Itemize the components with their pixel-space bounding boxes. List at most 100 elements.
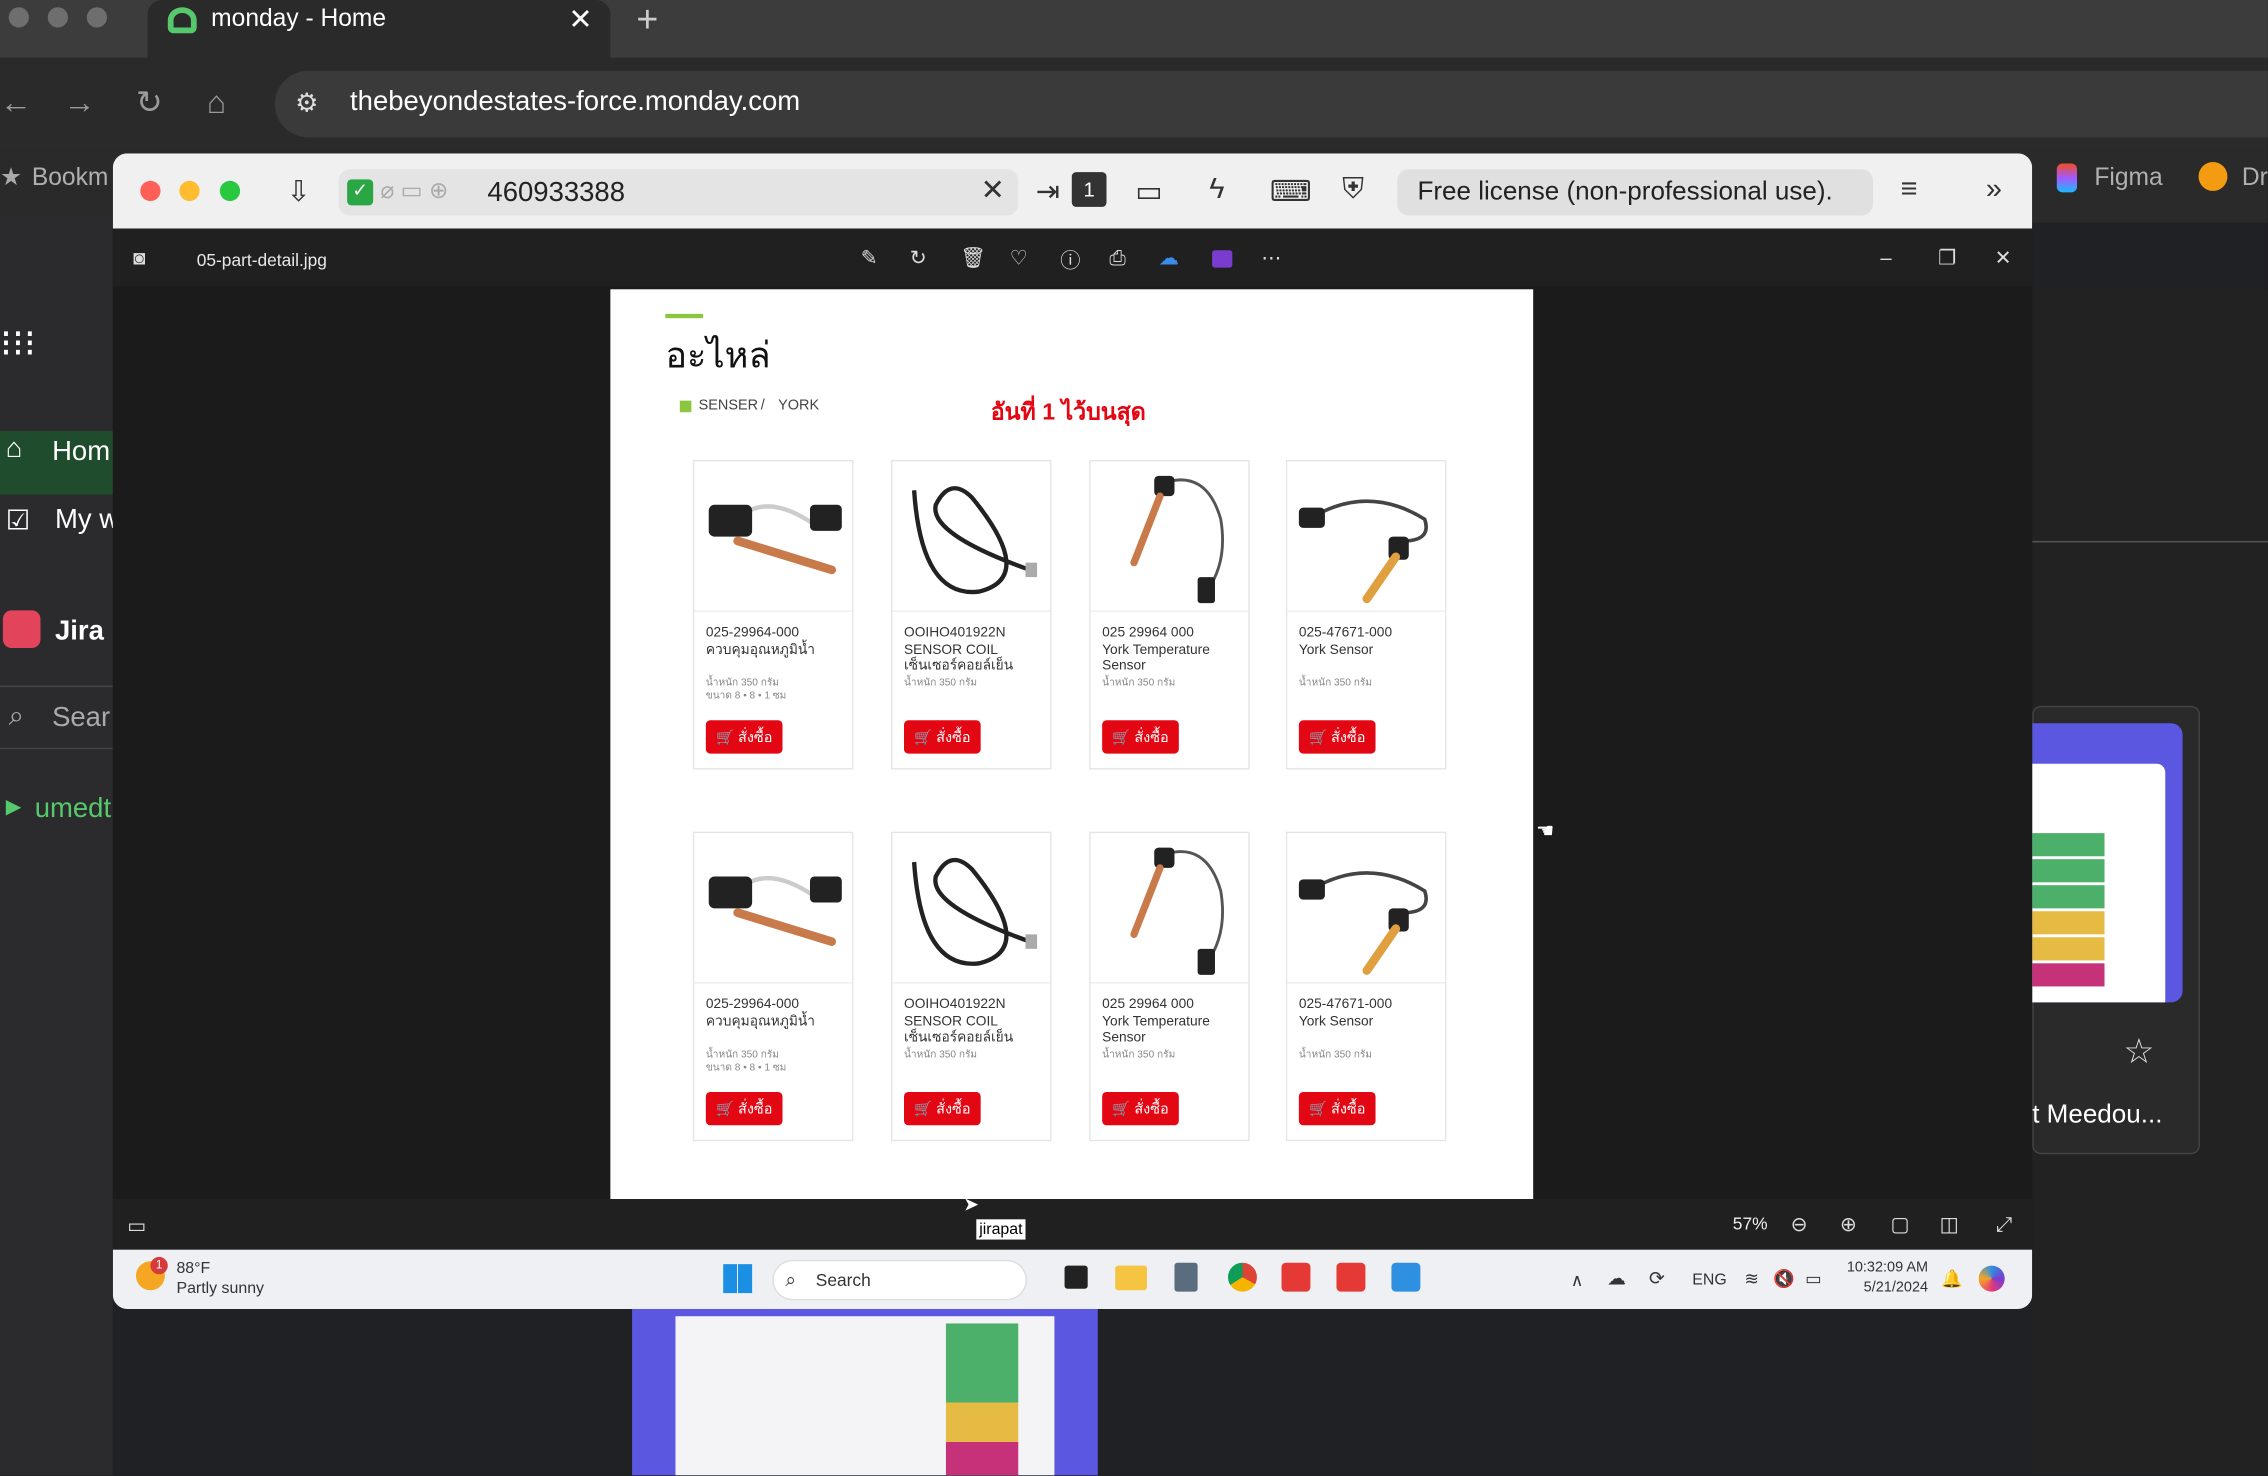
onedrive-tray-icon[interactable]: ☁ bbox=[1607, 1267, 1626, 1290]
wifi-icon[interactable]: ≋ bbox=[1744, 1268, 1759, 1288]
more-options-icon[interactable]: ⋯ bbox=[1261, 246, 1281, 271]
volume-muted-icon[interactable]: 🔇 bbox=[1773, 1268, 1795, 1288]
download-icon[interactable]: ⇩ bbox=[286, 174, 310, 210]
window-close-control[interactable] bbox=[8, 7, 29, 28]
login-icon[interactable]: ⇥ bbox=[1036, 174, 1060, 210]
board-card-title[interactable]: t Meedou... bbox=[2032, 1099, 2162, 1129]
reload-icon[interactable]: ↻ bbox=[136, 84, 163, 122]
product-card[interactable]: 025 29964 000 York Temperature Sensor น้ำห… bbox=[1089, 459, 1250, 770]
filmstrip-icon[interactable]: ▭ bbox=[127, 1214, 146, 1239]
sync-icon[interactable]: ⟳ bbox=[1649, 1267, 1665, 1290]
bookmark-figma[interactable]: Figma bbox=[2094, 163, 2162, 192]
home-icon[interactable]: ⌂ bbox=[207, 84, 226, 122]
shield-icon[interactable]: ⛨ bbox=[1342, 174, 1364, 207]
language-indicator[interactable]: ENG bbox=[1692, 1271, 1726, 1288]
forward-icon[interactable]: → bbox=[64, 84, 96, 122]
session-id[interactable]: 460933388 bbox=[487, 178, 625, 210]
order-label: สั่งซื้อ bbox=[1134, 1102, 1169, 1119]
file-explorer-icon[interactable] bbox=[1115, 1265, 1147, 1291]
divider bbox=[2032, 540, 2268, 543]
bookmark-dr[interactable]: Dr bbox=[2242, 163, 2268, 192]
window-zoom-control[interactable] bbox=[86, 7, 108, 28]
anydesk-icon[interactable] bbox=[1281, 1262, 1311, 1292]
monitor-1-icon[interactable]: 1 bbox=[1071, 172, 1107, 207]
viewer-close-button[interactable] bbox=[140, 180, 161, 202]
clock-time[interactable]: 10:32:09 AM bbox=[1844, 1260, 1928, 1276]
product-card[interactable]: OOIHO401922N SENSOR COIL เซ็นเซอร์คอยล์เย… bbox=[890, 459, 1052, 770]
notification-icon[interactable]: 🔔 bbox=[1941, 1268, 1963, 1288]
copilot-icon[interactable] bbox=[1978, 1265, 2005, 1292]
zoom-out-icon[interactable]: ⊖ bbox=[1791, 1212, 1808, 1237]
product-card[interactable]: OOIHO401922N SENSOR COIL เซ็นเซอร์คอยล์เย… bbox=[890, 831, 1052, 1142]
order-button[interactable]: 🛒 สั่งซื้อ bbox=[1298, 720, 1376, 754]
site-settings-icon[interactable]: ⚙ bbox=[295, 88, 318, 118]
favorite-icon[interactable]: ♡ bbox=[1010, 246, 1028, 271]
expand-arrow-icon[interactable]: ▶ bbox=[6, 794, 22, 819]
workspace-jira[interactable]: Jira bbox=[55, 616, 104, 648]
zoom-in-icon[interactable]: ⊕ bbox=[1840, 1212, 1857, 1237]
onedrive-icon[interactable]: ☁ bbox=[1159, 246, 1179, 271]
favorite-star-icon[interactable]: ☆ bbox=[2123, 1031, 2154, 1073]
more-chevron-icon[interactable]: » bbox=[1986, 174, 2002, 207]
order-button[interactable]: 🛒 สั่งซื้อ bbox=[1102, 1092, 1179, 1126]
new-tab-icon[interactable]: + bbox=[636, 0, 658, 42]
viewer-zoom-button[interactable] bbox=[219, 180, 241, 202]
clear-address-icon[interactable]: ✕ bbox=[981, 172, 1005, 208]
product-code: 025 29964 000 York Temperature Sensor bbox=[1102, 997, 1244, 1047]
url-text[interactable]: thebeyondestates-force.monday.com bbox=[350, 87, 800, 119]
keyboard-icon[interactable]: ⌨ bbox=[1270, 174, 1312, 210]
product-weight: น้ำหนัก 350 กรัม ขนาด 8 • 8 • 1 ซม bbox=[706, 1049, 787, 1075]
print-icon[interactable]: ⎙ bbox=[1109, 246, 1125, 271]
product-card[interactable]: 025-29964-000 ควบคุมอุณหภูมิน้ำ น้ำหนัก 35… bbox=[692, 459, 854, 770]
product-weight: น้ำหนัก 350 กรัม bbox=[904, 677, 977, 690]
fullscreen-icon[interactable]: ⤢ bbox=[1996, 1212, 2012, 1237]
product-card[interactable]: 025-47671-000 York Sensor น้ำหนัก 350 กรัม… bbox=[1285, 831, 1447, 1142]
order-button[interactable]: 🛒 สั่งซื้อ bbox=[1102, 720, 1179, 754]
lightning-icon[interactable]: ϟ bbox=[1209, 174, 1224, 207]
product-size: ขนาด 8 • 8 • 1 ซม bbox=[705, 1063, 787, 1074]
nav-home[interactable]: Hom bbox=[52, 437, 110, 469]
order-button[interactable]: 🛒 สั่งซื้อ bbox=[705, 1092, 783, 1126]
edit-image-icon[interactable]: ✎ bbox=[861, 246, 878, 271]
search-input[interactable]: Sear bbox=[52, 703, 110, 735]
photos-icon[interactable] bbox=[1391, 1262, 1421, 1292]
figma-icon bbox=[2056, 163, 2078, 193]
photos-minimize-icon[interactable]: – bbox=[1880, 246, 1891, 269]
menu-icon[interactable]: ≡ bbox=[1901, 174, 1918, 207]
product-card[interactable]: 025-29964-000 ควบคุมอุณหภูมิน้ำ น้ำหนัก 35… bbox=[692, 831, 854, 1142]
clipchamp-icon[interactable] bbox=[1212, 250, 1233, 268]
order-button[interactable]: 🛒 สั่งซื้อ bbox=[1298, 1092, 1376, 1126]
cart-icon: 🛒 bbox=[715, 1102, 734, 1119]
product-card[interactable]: 025-47671-000 York Sensor น้ำหนัก 350 กรัม… bbox=[1285, 459, 1447, 770]
start-windows-icon[interactable] bbox=[723, 1264, 753, 1294]
apps-grid-icon[interactable]: ⁝⁝⁝ bbox=[0, 324, 36, 362]
back-icon[interactable]: ← bbox=[0, 84, 32, 122]
photos-close-icon[interactable]: ✕ bbox=[1995, 246, 2012, 271]
board-umedt[interactable]: umedt bbox=[35, 794, 111, 826]
rotate-icon[interactable]: ↻ bbox=[910, 246, 927, 271]
window-minimize-control[interactable] bbox=[47, 7, 68, 28]
delete-icon[interactable]: 🗑 bbox=[960, 246, 986, 271]
taskbar-search-box[interactable] bbox=[772, 1259, 1027, 1301]
info-icon[interactable]: ⓘ bbox=[1060, 246, 1080, 275]
anydesk-icon[interactable] bbox=[1336, 1262, 1366, 1292]
battery-icon[interactable]: ▭ bbox=[1805, 1268, 1821, 1288]
bookmarks-label[interactable]: Bookm bbox=[32, 163, 109, 192]
photos-restore-icon[interactable]: ❐ bbox=[1938, 246, 1956, 271]
order-button[interactable]: 🛒 สั่งซื้อ bbox=[904, 720, 981, 754]
close-tab-icon[interactable]: ✕ bbox=[568, 1, 592, 37]
nav-my-work[interactable]: My w bbox=[55, 505, 119, 537]
chrome-icon[interactable] bbox=[1227, 1262, 1257, 1292]
fit-icon[interactable]: ▢ bbox=[1890, 1212, 1909, 1237]
show-hidden-icons[interactable]: ∧ bbox=[1571, 1270, 1584, 1290]
display-icon[interactable]: ▭ bbox=[1135, 174, 1162, 210]
product-card[interactable]: 025 29964 000 York Temperature Sensor น้ำห… bbox=[1089, 831, 1250, 1142]
hand-cursor-icon: ☚ bbox=[1536, 818, 1555, 842]
actual-size-icon[interactable]: ◫ bbox=[1940, 1212, 1959, 1237]
task-view-icon[interactable] bbox=[1064, 1265, 1088, 1289]
viewer-minimize-button[interactable] bbox=[179, 180, 200, 202]
calculator-icon[interactable] bbox=[1174, 1262, 1198, 1292]
clock-date[interactable]: 5/21/2024 bbox=[1844, 1280, 1928, 1296]
order-button[interactable]: 🛒 สั่งซื้อ bbox=[904, 1092, 981, 1126]
order-button[interactable]: 🛒 สั่งซื้อ bbox=[705, 720, 783, 754]
